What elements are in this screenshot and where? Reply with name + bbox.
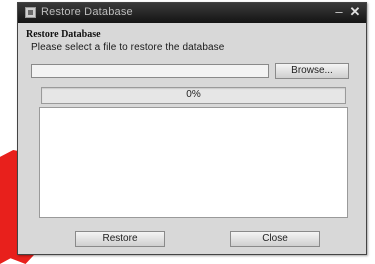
close-icon[interactable]: ✕ bbox=[348, 5, 362, 19]
progress-label: 0% bbox=[186, 89, 201, 100]
restore-button[interactable]: Restore bbox=[75, 231, 165, 247]
app-icon bbox=[25, 7, 36, 18]
browse-button[interactable]: Browse... bbox=[275, 63, 349, 79]
minimize-icon[interactable]: – bbox=[332, 5, 346, 19]
section-heading: Restore Database bbox=[26, 29, 101, 40]
close-button[interactable]: Close bbox=[230, 231, 320, 247]
progress-bar: 0% bbox=[41, 87, 346, 104]
restore-database-dialog: Restore Database – ✕ Restore Database Pl… bbox=[17, 2, 367, 255]
instruction-text: Please select a file to restore the data… bbox=[31, 42, 225, 53]
title-bar[interactable]: Restore Database – ✕ bbox=[18, 3, 366, 23]
file-path-input[interactable] bbox=[31, 64, 269, 78]
log-area[interactable] bbox=[39, 107, 348, 218]
window-title: Restore Database bbox=[41, 6, 133, 18]
